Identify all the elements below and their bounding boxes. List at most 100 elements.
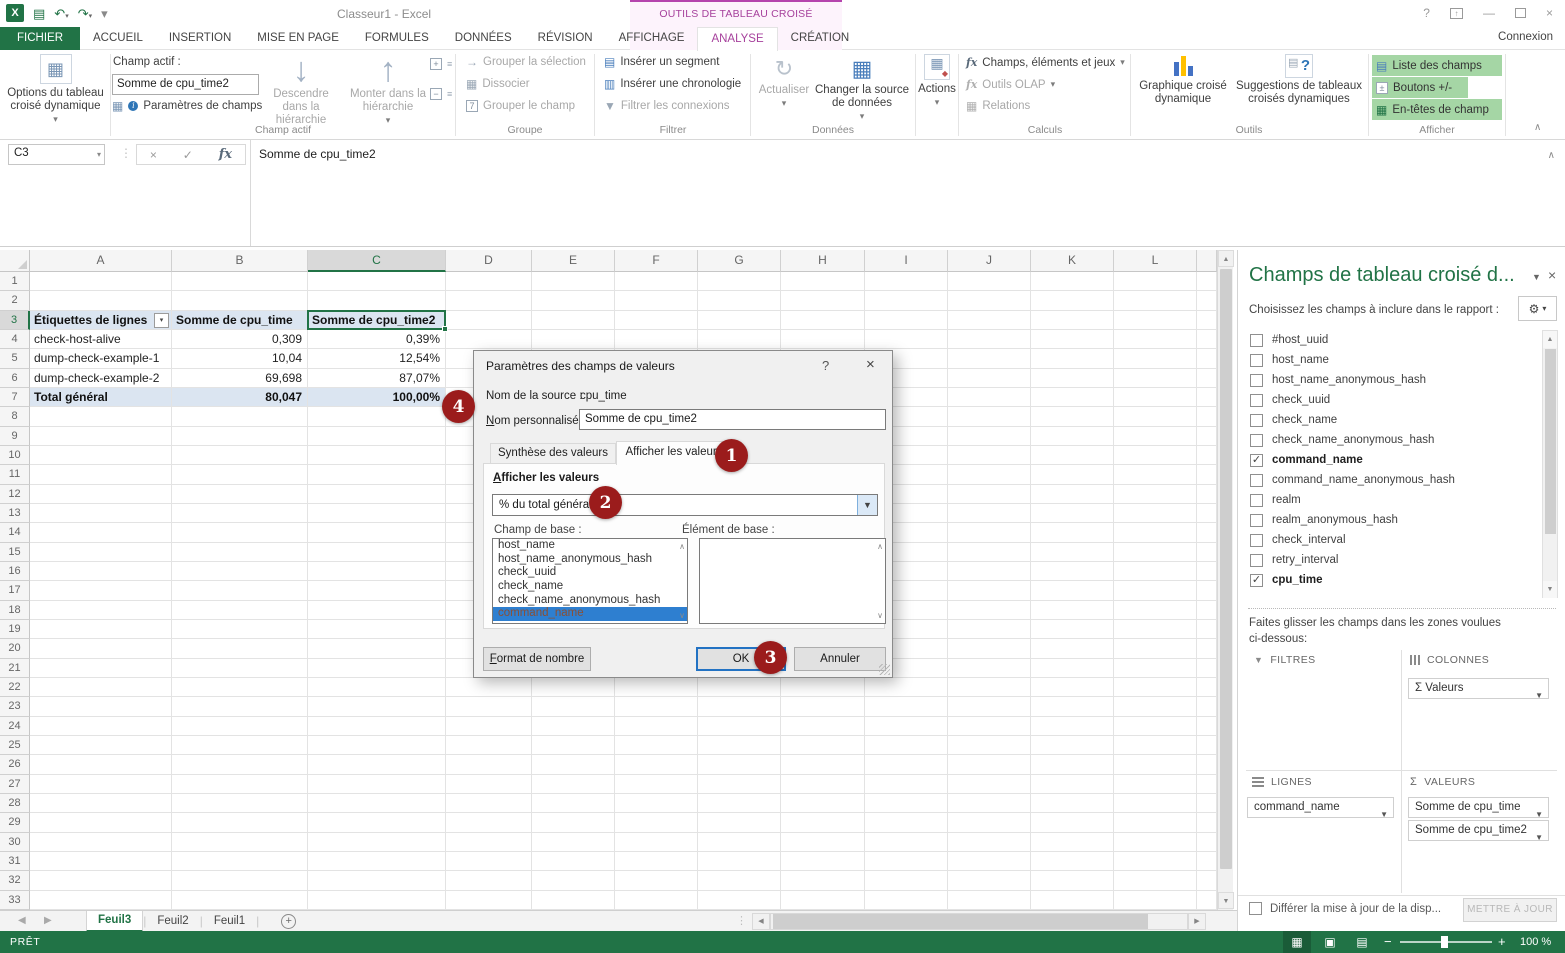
cell-J20[interactable] (948, 639, 1031, 658)
cell-B21[interactable] (172, 659, 308, 678)
cell-E4[interactable] (532, 330, 615, 349)
cell-D27[interactable] (446, 775, 532, 794)
cell-A3[interactable]: Étiquettes de lignes▾ (30, 311, 172, 330)
cell-F29[interactable] (615, 813, 698, 832)
cell-C13[interactable] (308, 504, 446, 523)
cell-K2[interactable] (1031, 291, 1114, 310)
cell-C8[interactable] (308, 407, 446, 426)
cell-F22[interactable] (615, 678, 698, 697)
cancel-button[interactable]: Annuler (794, 647, 886, 671)
cell-J19[interactable] (948, 620, 1031, 639)
cell-H27[interactable] (781, 775, 865, 794)
ribbon-tab-révision[interactable]: RÉVISION (525, 27, 606, 50)
cell-I26[interactable] (865, 755, 948, 774)
cell-E2[interactable] (532, 291, 615, 310)
cell-partial-30[interactable] (1197, 833, 1217, 852)
row-header-1[interactable]: 1 (0, 272, 30, 291)
expand-field-button[interactable]: +≡ (430, 58, 452, 70)
cell-A24[interactable] (30, 717, 172, 736)
tab-summarize-values[interactable]: Synthèse des valeurs par (490, 443, 616, 464)
cell-I31[interactable] (865, 852, 948, 871)
col-header-I[interactable]: I (865, 250, 948, 272)
cell-C1[interactable] (308, 272, 446, 291)
cell-K1[interactable] (1031, 272, 1114, 291)
cell-C33[interactable] (308, 891, 446, 910)
cell-J15[interactable] (948, 543, 1031, 562)
cell-H23[interactable] (781, 697, 865, 716)
cell-L16[interactable] (1114, 562, 1197, 581)
cell-G2[interactable] (698, 291, 781, 310)
cell-A4[interactable]: check-host-alive (30, 330, 172, 349)
ribbon-tab-création[interactable]: CRÉATION (778, 27, 863, 50)
cell-K25[interactable] (1031, 736, 1114, 755)
cell-L10[interactable] (1114, 446, 1197, 465)
cell-C30[interactable] (308, 833, 446, 852)
cell-J33[interactable] (948, 891, 1031, 910)
base-field-option[interactable]: command_name (493, 607, 687, 621)
vertical-scroll-thumb[interactable] (1220, 269, 1232, 869)
cell-J4[interactable] (948, 330, 1031, 349)
confirm-entry-icon[interactable]: ✓ (183, 148, 193, 162)
cell-K23[interactable] (1031, 697, 1114, 716)
cell-A33[interactable] (30, 891, 172, 910)
dialog-resize-grip[interactable] (879, 664, 890, 675)
pane-tools-button[interactable]: ⚙▾ (1518, 296, 1557, 321)
field-list-scrollbar[interactable]: ▲ ▼ (1542, 330, 1558, 598)
chevron-down-icon[interactable]: ▼ (857, 495, 877, 515)
chevron-down-icon[interactable]: ▼ (1535, 828, 1543, 847)
row-header-23[interactable]: 23 (0, 697, 30, 716)
cell-I3[interactable] (865, 311, 948, 330)
row-header-4[interactable]: 4 (0, 330, 30, 349)
field-item-host-name-anonymous-hash[interactable]: host_name_anonymous_hash (1246, 370, 1542, 390)
cell-B13[interactable] (172, 504, 308, 523)
cell-K30[interactable] (1031, 833, 1114, 852)
cell-D4[interactable] (446, 330, 532, 349)
cell-H1[interactable] (781, 272, 865, 291)
scroll-left-icon[interactable]: ◀ (752, 913, 770, 930)
defer-checkbox[interactable] (1249, 902, 1262, 915)
cell-B29[interactable] (172, 813, 308, 832)
cell-K32[interactable] (1031, 871, 1114, 890)
pivot-options-button[interactable]: ▦ Options du tableau croisé dynamique▾ (4, 54, 107, 125)
cell-partial-25[interactable] (1197, 736, 1217, 755)
cell-C11[interactable] (308, 465, 446, 484)
cell-K22[interactable] (1031, 678, 1114, 697)
col-header-B[interactable]: B (172, 250, 308, 272)
cell-partial-3[interactable] (1197, 311, 1217, 330)
cell-partial-10[interactable] (1197, 446, 1217, 465)
cell-L29[interactable] (1114, 813, 1197, 832)
cell-I24[interactable] (865, 717, 948, 736)
cell-A30[interactable] (30, 833, 172, 852)
cell-B23[interactable] (172, 697, 308, 716)
cell-A7[interactable]: Total général (30, 388, 172, 407)
cell-K33[interactable] (1031, 891, 1114, 910)
cell-B27[interactable] (172, 775, 308, 794)
cell-C21[interactable] (308, 659, 446, 678)
cell-L20[interactable] (1114, 639, 1197, 658)
cell-C9[interactable] (308, 427, 446, 446)
cell-L30[interactable] (1114, 833, 1197, 852)
field-checkbox[interactable]: ✓ (1250, 454, 1263, 467)
col-header-partial[interactable] (1197, 250, 1217, 272)
base-field-option[interactable]: check_name_anonymous_hash (493, 594, 687, 608)
cell-B15[interactable] (172, 543, 308, 562)
field-checkbox[interactable] (1250, 334, 1263, 347)
col-header-A[interactable]: A (30, 250, 172, 272)
show-values-as-dropdown[interactable]: % du total général ▼ (492, 494, 878, 516)
cell-K27[interactable] (1031, 775, 1114, 794)
cell-I28[interactable] (865, 794, 948, 813)
group-field-button[interactable]: 7Grouper le champ (466, 100, 575, 112)
insert-function-icon[interactable]: fx (219, 147, 232, 162)
scroll-right-icon[interactable]: ▶ (1188, 913, 1206, 930)
cell-H29[interactable] (781, 813, 865, 832)
cell-F30[interactable] (615, 833, 698, 852)
horizontal-scroll-thumb[interactable] (773, 914, 1148, 929)
cell-B24[interactable] (172, 717, 308, 736)
cell-partial-11[interactable] (1197, 465, 1217, 484)
cell-K21[interactable] (1031, 659, 1114, 678)
scroll-up-icon[interactable]: ∧ (877, 542, 883, 551)
row-header-14[interactable]: 14 (0, 523, 30, 542)
tab-scroll-splitter[interactable]: ⋮ (736, 914, 747, 927)
ungroup-button[interactable]: ▦Dissocier (466, 78, 530, 90)
cell-H32[interactable] (781, 871, 865, 890)
